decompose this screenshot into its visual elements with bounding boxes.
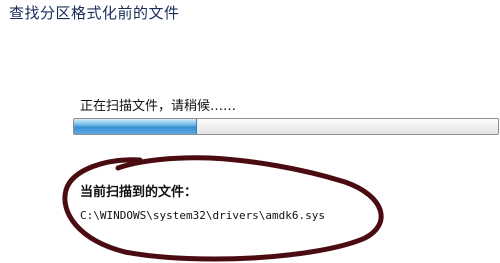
scan-status-text: 正在扫描文件，请稍候…… [80, 99, 237, 114]
scan-progress-fill [74, 119, 197, 134]
current-file-path: C:\WINDOWS\system32\drivers\amdk6.sys [80, 209, 326, 222]
scan-progress-bar [73, 118, 499, 135]
dialog-title: 查找分区格式化前的文件 [9, 4, 180, 22]
current-file-label: 当前扫描到的文件： [80, 185, 198, 200]
scan-dialog: 查找分区格式化前的文件 正在扫描文件，请稍候…… 当前扫描到的文件： C:\WI… [0, 0, 500, 263]
